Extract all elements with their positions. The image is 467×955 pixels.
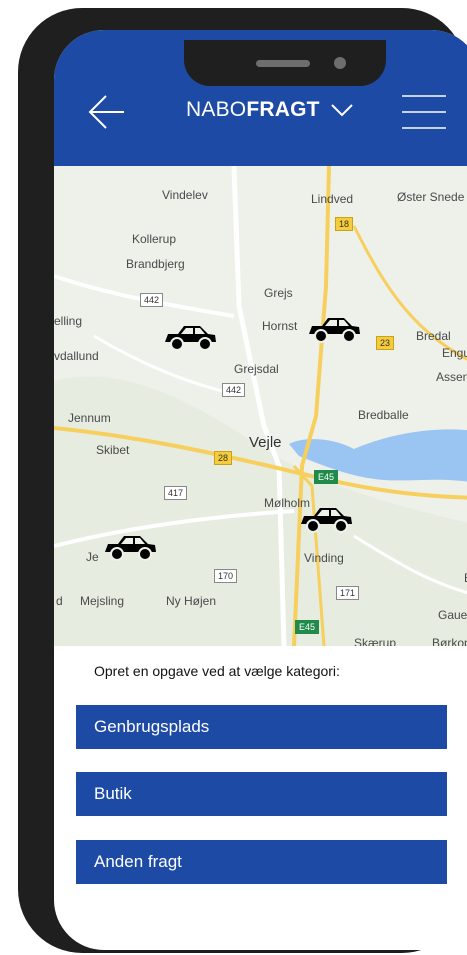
app-title-regular: NABO xyxy=(186,98,247,121)
map-label-bredal: Bredal xyxy=(416,329,451,343)
category-button-genbrugsplads[interactable]: Genbrugsplads xyxy=(76,705,447,749)
road-shield-e45: E45 xyxy=(314,470,339,484)
phone-frame: NABO FRAGT Vindelev Lindved Øster Snede … xyxy=(18,8,467,953)
phone-screen: NABO FRAGT Vindelev Lindved Øster Snede … xyxy=(54,30,467,950)
road-shield-e45b: E45 xyxy=(295,620,320,634)
map-label-jelling: Jelling xyxy=(54,314,83,328)
app-title-dropdown[interactable]: NABO FRAGT xyxy=(186,98,354,122)
road-shield-170: 170 xyxy=(214,569,238,583)
map-label-vinding: Vinding xyxy=(304,551,344,565)
car-marker[interactable] xyxy=(162,324,218,352)
map-label-vejle: Vejle xyxy=(249,434,282,451)
car-icon xyxy=(309,318,360,343)
road-shield-28: 28 xyxy=(214,451,233,465)
car-icon xyxy=(301,508,352,533)
map-label-assendrup: Assend xyxy=(436,370,467,384)
map-label-ny-hojen: Ny Højen xyxy=(166,594,217,608)
hamburger-menu-button[interactable] xyxy=(400,92,448,132)
map-label-jennum: Jennum xyxy=(68,411,111,425)
car-icon xyxy=(165,326,216,351)
chevron-down-icon xyxy=(330,104,353,117)
map-label-grejs: Grejs xyxy=(264,286,293,300)
map-label-vindelev: Vindelev xyxy=(162,188,208,202)
car-marker[interactable] xyxy=(298,506,354,534)
map-label-je: Je xyxy=(86,550,99,564)
map-label-skibet: Skibet xyxy=(96,443,130,457)
map-label-d: d xyxy=(56,594,63,608)
map-label-borkop: Børkop xyxy=(432,636,467,646)
map-background xyxy=(54,166,467,646)
category-button-butik[interactable]: Butik xyxy=(76,772,447,816)
road-shield-171: 171 xyxy=(336,586,360,600)
car-icon xyxy=(105,536,156,561)
road-shield-417: 417 xyxy=(164,486,188,500)
speaker-icon xyxy=(256,60,310,67)
map-label-gauers: Gauers xyxy=(438,608,467,622)
map-label-vandallund: vdallund xyxy=(54,349,99,363)
road-shield-442b: 442 xyxy=(222,383,246,397)
camera-icon xyxy=(334,57,346,69)
app-title-bold: FRAGT xyxy=(246,98,320,121)
category-button-anden-fragt[interactable]: Anden fragt xyxy=(76,840,447,884)
arrow-left-icon xyxy=(88,95,124,129)
road-shield-442: 442 xyxy=(140,293,164,307)
road-shield-18: 18 xyxy=(335,217,354,231)
map-label-oster-snede: Øster Snede xyxy=(397,190,465,204)
map-label-skaerup: Skærup xyxy=(354,636,397,646)
car-marker[interactable] xyxy=(102,534,158,562)
back-button[interactable] xyxy=(84,90,128,134)
map-label-bredballe: Bredballe xyxy=(358,408,409,422)
map-label-grejsdal: Grejsdal xyxy=(234,362,279,376)
category-prompt: Opret en opgave ved at vælge kategori: xyxy=(94,663,340,679)
hamburger-menu-icon xyxy=(402,95,446,129)
map-label-lindved: Lindved xyxy=(311,192,354,206)
map-label-brandbjerg: Brandbjerg xyxy=(126,257,185,271)
map-view[interactable]: Vindelev Lindved Øster Snede Kollerup Br… xyxy=(54,166,467,646)
map-label-mejsling: Mejsling xyxy=(80,594,125,608)
map-label-engum: Engum xyxy=(442,346,467,360)
phone-notch xyxy=(184,40,386,86)
map-label-hornsted: Hornst xyxy=(262,319,298,333)
car-marker[interactable] xyxy=(306,316,362,344)
road-shield-23: 23 xyxy=(376,336,395,350)
map-label-kollerup: Kollerup xyxy=(132,232,177,246)
